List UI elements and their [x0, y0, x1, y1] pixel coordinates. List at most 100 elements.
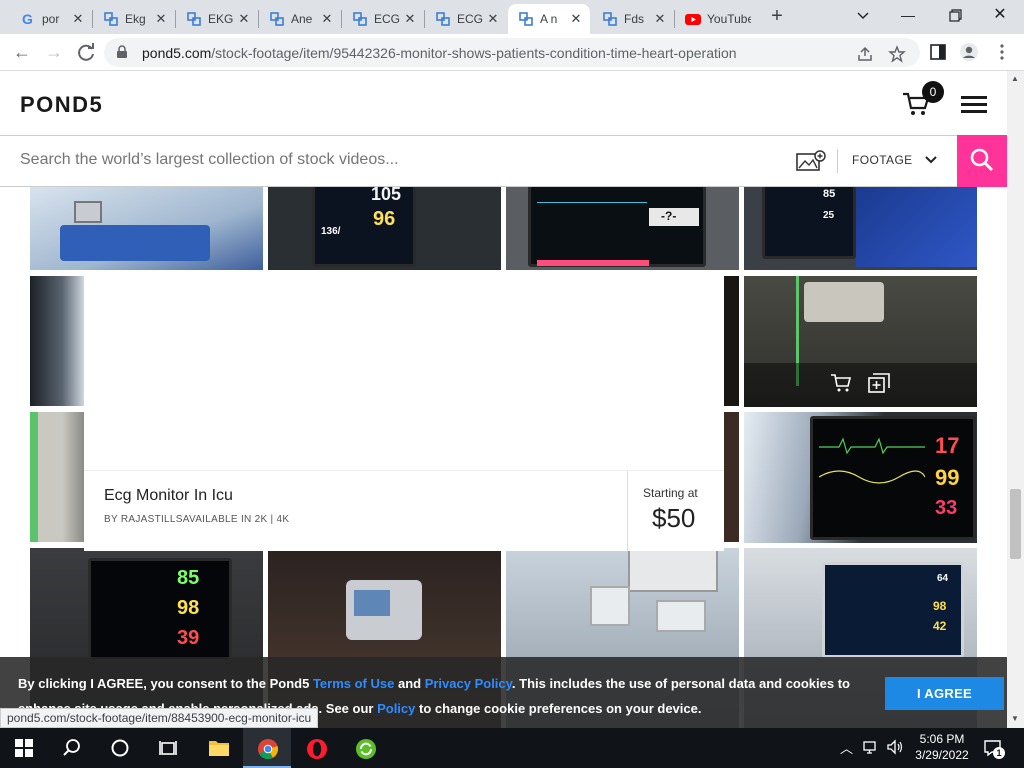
volume-icon[interactable]: [886, 739, 904, 755]
pond5-logo[interactable]: POND5: [20, 92, 103, 118]
tab-close-icon[interactable]: ✕: [153, 11, 169, 27]
ecg-waveform-graphic: [819, 437, 925, 484]
reload-icon[interactable]: [74, 41, 98, 65]
vital-value: 99: [935, 465, 960, 490]
browser-tab-strip: G por ✕ Ekg ✕ EKG ✕ Ane ✕ ECG ✕ ECG ✕ A …: [0, 0, 1024, 34]
notification-count-badge: 1: [993, 747, 1005, 759]
menu-hamburger-icon[interactable]: [961, 96, 987, 113]
vital-value: 39: [177, 627, 200, 649]
tab-close-icon[interactable]: ✕: [485, 11, 501, 27]
browser-tab-active[interactable]: A n ✕: [508, 4, 590, 34]
video-meta: BY RAJASTILLSAVAILABLE IN 2K | 4K: [104, 514, 290, 525]
tab-close-icon[interactable]: ✕: [319, 11, 335, 27]
folder-icon: [209, 741, 229, 756]
browser-menu-icon[interactable]: [992, 42, 1012, 62]
starting-at-label: Starting at: [643, 486, 698, 500]
video-thumbnail[interactable]: [30, 412, 84, 542]
scrollbar-thumb[interactable]: [1010, 489, 1021, 559]
file-explorer-button[interactable]: [194, 728, 242, 768]
share-icon[interactable]: [856, 45, 874, 63]
search-bar: FOOTAGE: [0, 135, 1007, 187]
new-tab-button[interactable]: +: [766, 6, 788, 28]
pond5-icon: [436, 12, 450, 26]
tab-title: ECG: [457, 12, 484, 26]
bedside-monitor-graphic: [74, 201, 102, 223]
minimize-button[interactable]: —: [888, 4, 928, 28]
tab-close-icon[interactable]: ✕: [652, 11, 668, 27]
close-window-button[interactable]: ✕: [980, 4, 1020, 28]
monitor-screen: -?-: [528, 187, 706, 267]
back-button[interactable]: ←: [10, 41, 34, 65]
add-to-collection-icon[interactable]: [868, 373, 890, 393]
pond5-icon: [270, 12, 284, 26]
browser-tab[interactable]: ECG ✕: [425, 4, 507, 34]
tab-search-chevron-icon[interactable]: [843, 4, 883, 28]
video-thumbnail[interactable]: 105 96 136/: [268, 187, 501, 270]
video-thumbnail[interactable]: [724, 412, 739, 542]
i-agree-button[interactable]: I AGREE: [885, 677, 1004, 710]
tab-close-icon[interactable]: ✕: [236, 11, 252, 27]
browser-tab[interactable]: EKG ✕: [176, 4, 258, 34]
price-box[interactable]: Starting at $50: [627, 471, 724, 552]
vital-value: 105: [371, 187, 402, 204]
browser-tab[interactable]: ECG ✕: [342, 4, 424, 34]
search-input[interactable]: [20, 151, 720, 169]
tab-close-icon[interactable]: ✕: [568, 11, 584, 27]
cortana-button[interactable]: [96, 728, 144, 768]
video-thumbnail[interactable]: [744, 276, 977, 407]
browser-tab[interactable]: Fds ✕: [592, 4, 674, 34]
task-view-button[interactable]: [144, 728, 192, 768]
tab-close-icon[interactable]: ✕: [402, 11, 418, 27]
video-thumbnail[interactable]: [30, 187, 263, 270]
address-bar[interactable]: pond5.com/stock-footage/item/95442326-mo…: [104, 38, 920, 67]
media-type-select[interactable]: FOOTAGE: [852, 153, 913, 167]
restore-button[interactable]: [935, 4, 975, 28]
cookie-policy-link[interactable]: Policy: [377, 701, 415, 716]
taskbar-search-button[interactable]: [48, 728, 96, 768]
action-center-button[interactable]: 1: [982, 737, 1005, 759]
tab-title: EKG: [208, 12, 234, 26]
monitor-screen: 64 98 42: [822, 562, 964, 658]
app-taskbar-button[interactable]: [341, 728, 389, 768]
show-hidden-icons-chevron-icon[interactable]: ︿: [840, 738, 853, 757]
video-preview-area[interactable]: [84, 276, 724, 470]
side-panel-icon[interactable]: [928, 42, 948, 62]
url-text[interactable]: pond5.com/stock-footage/item/95442326-mo…: [142, 45, 737, 61]
start-button[interactable]: [0, 728, 48, 768]
forward-button[interactable]: →: [42, 41, 66, 65]
network-icon[interactable]: [862, 739, 880, 755]
svg-text:G: G: [22, 11, 33, 27]
pond5-icon: [187, 12, 201, 26]
scroll-down-arrow-icon[interactable]: ▼: [1011, 714, 1019, 723]
opera-taskbar-button[interactable]: [292, 728, 340, 768]
profile-avatar-icon[interactable]: [959, 42, 979, 62]
video-title[interactable]: Ecg Monitor In Icu: [104, 487, 233, 505]
video-thumbnail[interactable]: -?-: [506, 187, 739, 270]
privacy-policy-link[interactable]: Privacy Policy: [425, 676, 512, 691]
bookmark-star-icon[interactable]: [888, 45, 906, 63]
video-thumbnail[interactable]: 85 25: [744, 187, 977, 270]
browser-tab[interactable]: Ane ✕: [259, 4, 341, 34]
terms-of-use-link[interactable]: Terms of Use: [313, 676, 394, 691]
scroll-up-arrow-icon[interactable]: ▲: [1011, 74, 1019, 83]
browser-tab[interactable]: G por ✕: [10, 4, 92, 34]
browser-tab[interactable]: Ekg ✕: [93, 4, 175, 34]
page-scrollbar[interactable]: ▲ ▼: [1007, 71, 1024, 728]
browser-tab[interactable]: YouTube: [675, 4, 757, 34]
hospital-bed-graphic: [60, 225, 210, 261]
monitor-screen: 85 25: [762, 187, 856, 259]
video-preview-card[interactable]: Ecg Monitor In Icu BY RAJASTILLSAVAILABL…: [84, 276, 724, 552]
system-clock[interactable]: 5:06 PM 3/29/2022: [912, 731, 972, 763]
vital-value: 96: [373, 208, 396, 230]
video-thumbnail[interactable]: 17 99 33: [744, 412, 977, 543]
visual-search-icon[interactable]: [796, 150, 826, 172]
tab-close-icon[interactable]: ✕: [70, 11, 86, 27]
chevron-down-icon[interactable]: [924, 153, 938, 167]
add-to-cart-icon[interactable]: [830, 373, 852, 393]
vital-value: 17: [935, 433, 960, 458]
chrome-taskbar-button[interactable]: [243, 728, 291, 768]
video-thumbnail[interactable]: [724, 276, 739, 406]
video-thumbnail[interactable]: [30, 276, 84, 406]
search-button[interactable]: [957, 135, 1007, 187]
link-status-bubble: pond5.com/stock-footage/item/88453900-ec…: [0, 708, 319, 728]
